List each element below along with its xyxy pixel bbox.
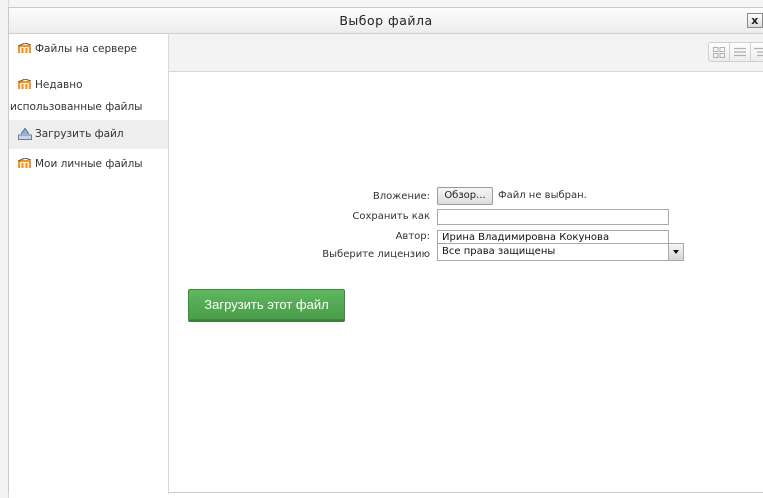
license-label: Выберите лицензию [322, 249, 430, 260]
repository-sidebar: Файлы на сервере Недавно использованные … [9, 34, 169, 494]
icons-view-button[interactable] [708, 42, 730, 62]
sidebar-item-label-line1: Недавно [35, 79, 83, 91]
close-button[interactable]: x [747, 13, 763, 28]
sidebar-item-server-files[interactable]: Файлы на сервере [9, 34, 168, 64]
sidebar-item-label-line2: использованные файлы [10, 101, 143, 113]
page-top-edge [0, 0, 763, 7]
save-as-label: Сохранить как [352, 211, 430, 222]
view-switcher [708, 42, 763, 64]
dialog-title: Выбор файла [339, 13, 433, 28]
tree-view-button[interactable] [750, 42, 763, 62]
sidebar-item-recent-files[interactable]: Недавно использованные файлы [9, 64, 168, 119]
no-file-text: Файл не выбран. [498, 190, 587, 201]
sidebar-item-upload-file[interactable]: Загрузить файл [9, 120, 168, 149]
close-icon: x [751, 14, 759, 27]
browse-button[interactable]: Обзор... [437, 187, 493, 205]
dialog-titlebar: Выбор файла x [9, 8, 763, 34]
list-view-button[interactable] [729, 42, 751, 62]
picker-toolbar [169, 34, 763, 72]
license-selected-value: Все права защищены [442, 246, 556, 257]
sidebar-item-label: Загрузить файл [35, 128, 124, 140]
upload-icon [18, 127, 32, 143]
moodle-icon [18, 79, 31, 93]
sidebar-item-label: Мои личные файлы [35, 158, 143, 170]
sidebar-item-private-files[interactable]: Мои личные файлы [9, 149, 168, 179]
save-as-input[interactable] [437, 209, 669, 225]
license-select[interactable]: Все права защищены [437, 243, 684, 261]
chevron-down-icon[interactable] [668, 244, 683, 260]
list-view-icon [734, 47, 746, 57]
icons-view-icon [713, 46, 725, 58]
author-label: Автор: [395, 231, 430, 242]
moodle-icon [18, 158, 31, 172]
sidebar-item-label: Файлы на сервере [35, 43, 137, 55]
moodle-icon [18, 43, 31, 57]
upload-file-button[interactable]: Загрузить этот файл [188, 289, 345, 320]
attachment-label: Вложение: [372, 191, 430, 202]
tree-view-icon [754, 47, 763, 57]
